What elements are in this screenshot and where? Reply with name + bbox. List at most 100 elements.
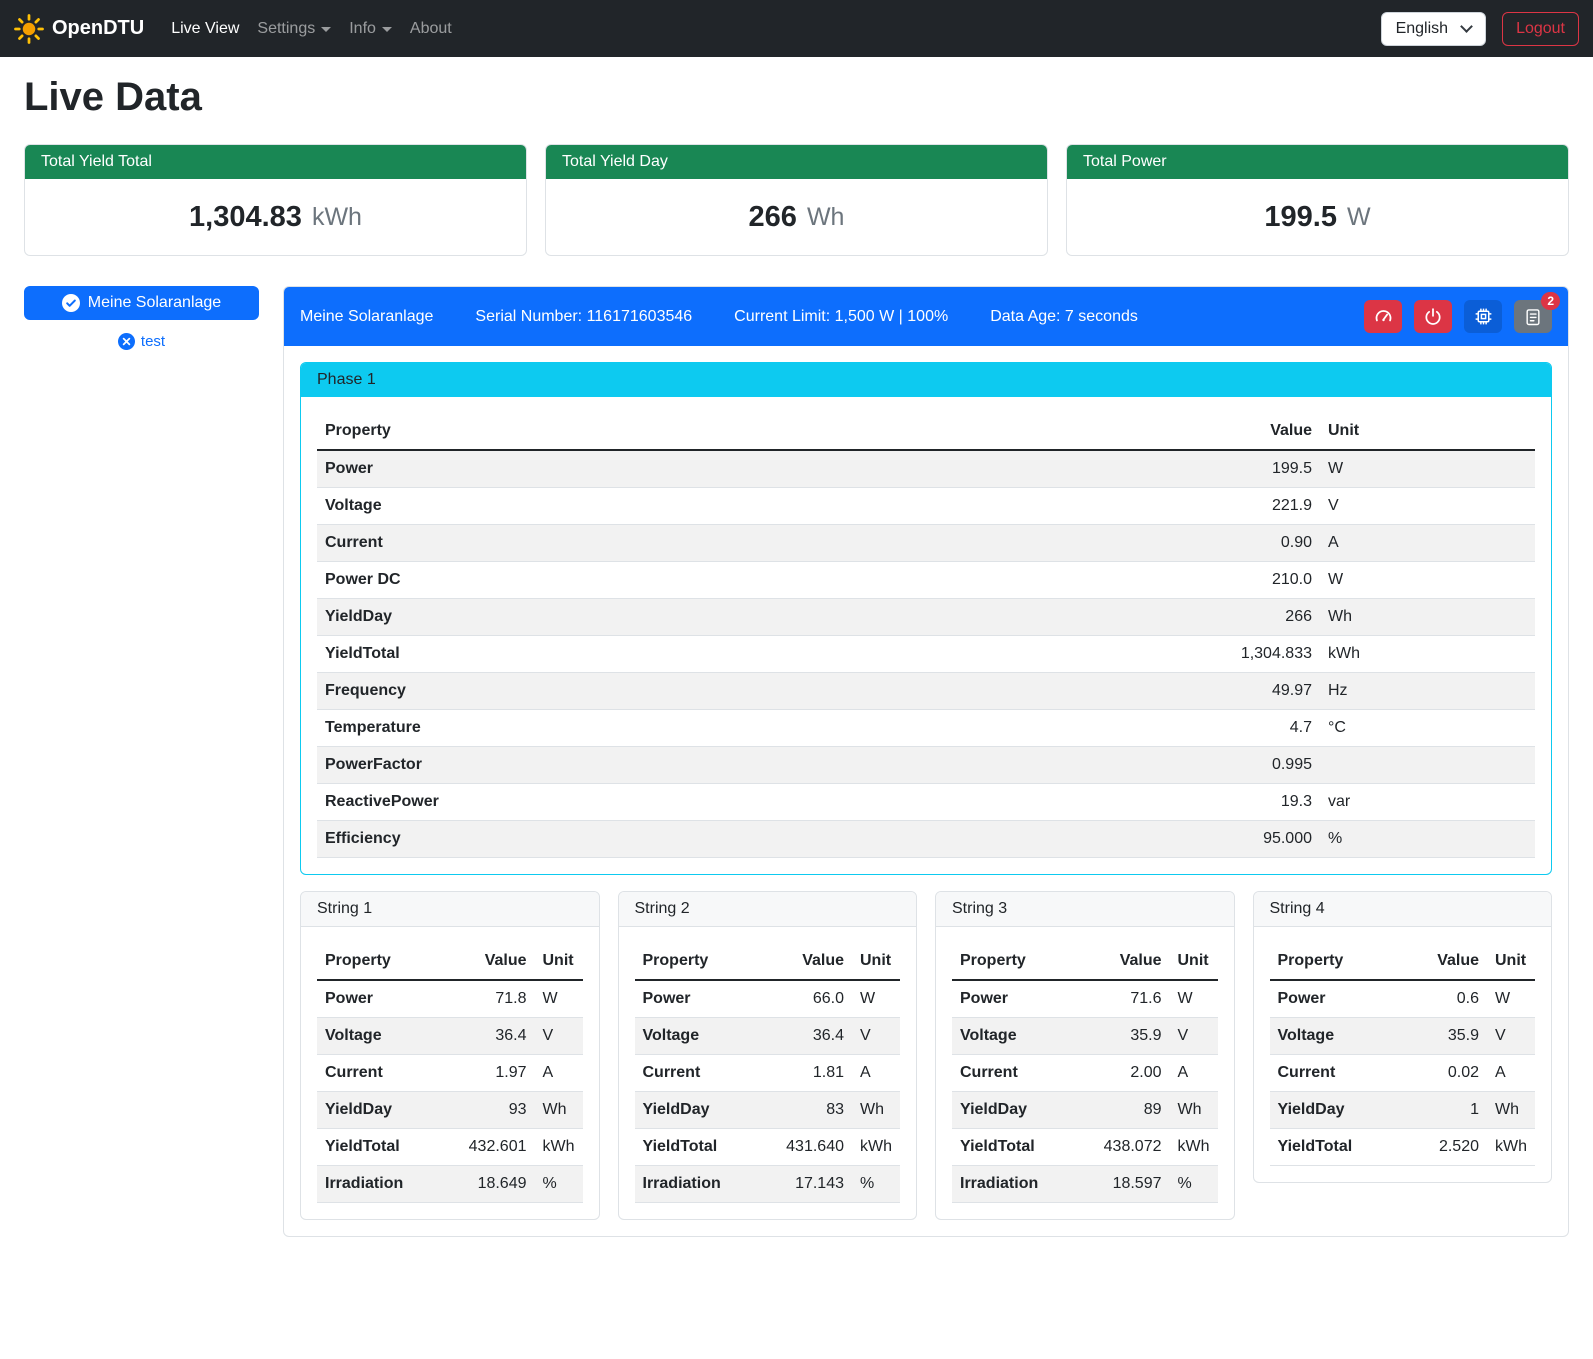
table-row: Power66.0W	[635, 980, 901, 1018]
value-cell: 2.520	[1409, 1129, 1487, 1166]
col-unit: Unit	[852, 943, 900, 980]
nav-about[interactable]: About	[401, 12, 461, 46]
value-cell: 1.81	[774, 1055, 852, 1092]
unit-cell: kWh	[1170, 1129, 1218, 1166]
property-cell: Power	[635, 980, 775, 1018]
table-row: ReactivePower19.3var	[317, 784, 1535, 821]
property-cell: YieldDay	[1270, 1092, 1410, 1129]
nav-info-label: Info	[349, 20, 376, 38]
property-cell: Current	[635, 1055, 775, 1092]
phase-1-card: Phase 1 Property Value Unit	[300, 362, 1552, 875]
total-yield-total-card: Total Yield Total 1,304.83 kWh	[24, 144, 527, 256]
inverter-sidebar: Meine Solaranlage test	[24, 286, 259, 1237]
card-unit: kWh	[312, 203, 362, 232]
value-cell: 35.9	[1092, 1018, 1170, 1055]
unit-cell: kWh	[852, 1129, 900, 1166]
device-settings-button[interactable]	[1464, 300, 1502, 333]
string-table: Property Value Unit Power71.8W Voltage36…	[317, 943, 583, 1203]
string-title: String 1	[301, 892, 599, 927]
table-row: Efficiency95.000%	[317, 821, 1535, 858]
value-cell: 0.6	[1409, 980, 1487, 1018]
property-cell: Power DC	[317, 562, 1195, 599]
table-row: Current0.90A	[317, 525, 1535, 562]
inverter-limit: Current Limit: 1,500 W | 100%	[734, 308, 948, 326]
table-row: Irradiation17.143%	[635, 1166, 901, 1203]
nav-about-label: About	[410, 20, 452, 38]
unit-cell: %	[1320, 821, 1535, 858]
col-unit: Unit	[1170, 943, 1218, 980]
property-cell: Efficiency	[317, 821, 1195, 858]
limit-settings-button[interactable]	[1364, 300, 1402, 333]
value-cell: 18.597	[1092, 1166, 1170, 1203]
table-row: YieldTotal432.601kWh	[317, 1129, 583, 1166]
brand-link[interactable]: OpenDTU	[14, 14, 144, 44]
col-property: Property	[952, 943, 1092, 980]
power-toggle-button[interactable]	[1414, 300, 1452, 333]
card-unit: W	[1347, 203, 1371, 232]
property-cell: YieldDay	[635, 1092, 775, 1129]
table-row: Voltage35.9V	[1270, 1018, 1536, 1055]
property-cell: Current	[952, 1055, 1092, 1092]
table-row: YieldDay89Wh	[952, 1092, 1218, 1129]
speedometer-icon	[1373, 306, 1394, 327]
unit-cell	[1320, 747, 1535, 784]
total-yield-day-card: Total Yield Day 266 Wh	[545, 144, 1048, 256]
value-cell: 36.4	[457, 1018, 535, 1055]
power-icon	[1423, 307, 1443, 327]
string-table: Property Value Unit Power0.6W Voltage35.…	[1270, 943, 1536, 1166]
unit-cell: °C	[1320, 710, 1535, 747]
value-cell: 35.9	[1409, 1018, 1487, 1055]
property-cell: Voltage	[1270, 1018, 1410, 1055]
inverter-select-button[interactable]: Meine Solaranlage	[24, 286, 259, 320]
unit-cell: Wh	[852, 1092, 900, 1129]
unit-cell: V	[1170, 1018, 1218, 1055]
property-cell: YieldDay	[952, 1092, 1092, 1129]
nav-live-view-label: Live View	[171, 20, 239, 38]
unit-cell: A	[1170, 1055, 1218, 1092]
nav-settings[interactable]: Settings	[248, 12, 340, 46]
top-navbar: OpenDTU Live View Settings Info About En…	[0, 0, 1593, 57]
card-title: Total Power	[1067, 145, 1568, 179]
sidebar-item-test[interactable]: test	[24, 333, 259, 350]
table-header-row: Property Value Unit	[317, 413, 1535, 450]
table-header-row: Property Value Unit	[317, 943, 583, 980]
table-row: Irradiation18.597%	[952, 1166, 1218, 1203]
summary-cards: Total Yield Total 1,304.83 kWh Total Yie…	[24, 144, 1569, 256]
card-value: 1,304.83	[189, 201, 302, 234]
property-cell: Voltage	[635, 1018, 775, 1055]
value-cell: 66.0	[774, 980, 852, 1018]
table-header-row: Property Value Unit	[1270, 943, 1536, 980]
unit-cell: A	[1320, 525, 1535, 562]
unit-cell: W	[1170, 980, 1218, 1018]
string-3-card: String 3 Property Value Unit	[935, 891, 1235, 1220]
table-row: YieldTotal1,304.833kWh	[317, 636, 1535, 673]
property-cell: Current	[317, 1055, 457, 1092]
value-cell: 438.072	[1092, 1129, 1170, 1166]
language-select-value: English	[1396, 20, 1448, 38]
table-row: Voltage221.9V	[317, 488, 1535, 525]
unit-cell: %	[852, 1166, 900, 1203]
table-row: Power199.5W	[317, 450, 1535, 488]
event-log-button[interactable]: 2	[1514, 300, 1552, 333]
unit-cell: Hz	[1320, 673, 1535, 710]
nav-info[interactable]: Info	[340, 12, 401, 46]
nav-live-view[interactable]: Live View	[162, 12, 248, 46]
logout-button[interactable]: Logout	[1502, 12, 1579, 46]
col-property: Property	[635, 943, 775, 980]
table-row: Temperature4.7°C	[317, 710, 1535, 747]
property-cell: Current	[317, 525, 1195, 562]
col-unit: Unit	[1320, 413, 1535, 450]
unit-cell: W	[852, 980, 900, 1018]
unit-cell: %	[1170, 1166, 1218, 1203]
sidebar-item-test-label: test	[141, 333, 165, 350]
property-cell: Power	[1270, 980, 1410, 1018]
inverter-serial: Serial Number: 116171603546	[475, 308, 692, 326]
language-select[interactable]: English	[1381, 12, 1486, 46]
table-row: Irradiation18.649%	[317, 1166, 583, 1203]
value-cell: 19.3	[1195, 784, 1320, 821]
strings-row: String 1 Property Value Unit	[300, 891, 1552, 1220]
string-title: String 2	[619, 892, 917, 927]
total-power-card: Total Power 199.5 W	[1066, 144, 1569, 256]
unit-cell: W	[535, 980, 583, 1018]
value-cell: 1,304.833	[1195, 636, 1320, 673]
